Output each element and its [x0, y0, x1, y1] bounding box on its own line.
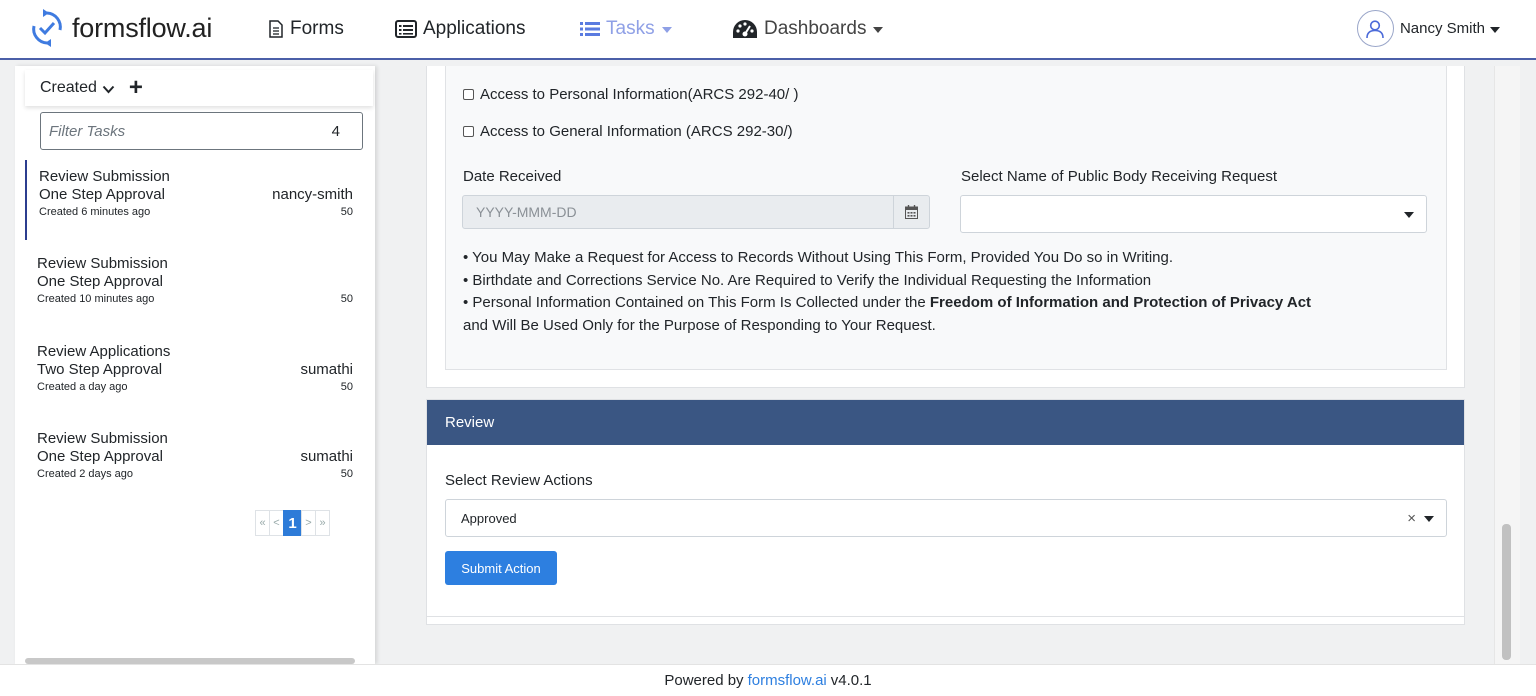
- checkbox-personal-label: Access to Personal Information(ARCS 292-…: [480, 86, 799, 103]
- chevron-down-icon: [102, 85, 115, 93]
- add-sort-button[interactable]: +: [129, 76, 143, 100]
- nav-applications[interactable]: Applications: [395, 0, 525, 58]
- pagination: « < 1 > »: [255, 510, 330, 536]
- review-actions-select[interactable]: Approved ×: [445, 499, 1447, 537]
- clear-selection-icon[interactable]: ×: [1407, 510, 1416, 527]
- task-name: Review Submission: [37, 255, 168, 272]
- task-created: Created 10 minutes ago: [37, 293, 155, 305]
- task-assignee: sumathi: [300, 448, 353, 465]
- footer-link[interactable]: formsflow.ai: [748, 672, 827, 689]
- task-priority: 50: [340, 468, 353, 480]
- avatar: [1356, 10, 1394, 47]
- review-actions-label: Select Review Actions: [445, 472, 593, 489]
- task-assignee: sumathi: [300, 361, 353, 378]
- task-item[interactable]: Review Submission One Step Approval Crea…: [25, 247, 365, 327]
- task-process: One Step Approval: [37, 273, 163, 290]
- note-line: • Birthdate and Corrections Service No. …: [463, 271, 1152, 289]
- brand[interactable]: formsflow.ai: [30, 8, 212, 48]
- formsflow-logo-icon: [32, 9, 62, 47]
- pagination-prev[interactable]: <: [269, 510, 284, 536]
- footer-prefix: Powered by: [664, 672, 744, 689]
- nav-applications-label: Applications: [423, 18, 526, 39]
- pagination-next[interactable]: >: [301, 510, 316, 536]
- task-name: Review Submission: [39, 168, 170, 185]
- task-detail-panel: Access to Personal Information(ARCS 292-…: [426, 66, 1466, 626]
- date-received-label: Date Received: [463, 168, 562, 185]
- filter-tasks-input[interactable]: [49, 122, 332, 140]
- list-icon: [580, 22, 600, 36]
- task-item[interactable]: Review Submission One Step Approval sumat…: [25, 422, 365, 502]
- submit-action-button[interactable]: Submit Action: [445, 551, 557, 585]
- task-name: Review Applications: [37, 343, 171, 360]
- note-line: and Will Be Used Only for the Purpose of…: [463, 316, 936, 334]
- dropdown-arrow-icon: [1424, 516, 1434, 522]
- nav-dashboards-label: Dashboards: [764, 18, 867, 39]
- task-process: One Step Approval: [39, 186, 165, 203]
- sort-bar: Created +: [25, 70, 373, 106]
- task-name: Review Submission: [37, 430, 168, 447]
- date-placeholder: YYYY-MMM-DD: [476, 204, 577, 220]
- pagination-first[interactable]: «: [255, 510, 270, 536]
- user-name: Nancy Smith: [1399, 20, 1485, 37]
- footer: Powered by formsflow.ai v4.0.1: [0, 664, 1536, 696]
- nav-forms-label: Forms: [290, 18, 344, 39]
- nav-tasks-label: Tasks: [606, 18, 655, 39]
- checkbox-general-label: Access to General Information (ARCS 292-…: [480, 123, 793, 140]
- task-created: Created 2 days ago: [37, 468, 134, 480]
- task-created: Created 6 minutes ago: [39, 206, 151, 218]
- task-process: Two Step Approval: [37, 361, 163, 378]
- pagination-current[interactable]: 1: [283, 510, 302, 536]
- review-card: Review Select Review Actions Approved × …: [426, 399, 1465, 617]
- pagination-last[interactable]: »: [315, 510, 330, 536]
- user-menu[interactable]: Nancy Smith: [1356, 10, 1500, 47]
- note-line: • Personal Information Contained on This…: [463, 292, 1311, 315]
- chevron-down-icon: [661, 27, 672, 33]
- page-scrollbar-thumb[interactable]: [1502, 524, 1511, 660]
- top-navbar: formsflow.ai Forms Applications Tasks Da…: [0, 0, 1536, 60]
- brand-name: formsflow.ai: [72, 12, 213, 43]
- chevron-down-icon: [873, 27, 884, 33]
- nav-tasks[interactable]: Tasks: [580, 0, 672, 58]
- filter-tasks-box: 4: [40, 112, 363, 150]
- user-icon: [1366, 19, 1385, 38]
- form-card: Access to Personal Information(ARCS 292-…: [426, 66, 1465, 388]
- footer-version: v4.0.1: [830, 672, 872, 689]
- calendar-button[interactable]: [893, 196, 929, 228]
- note-line: • You May Make a Request for Access to R…: [463, 249, 1174, 266]
- date-received-field[interactable]: YYYY-MMM-DD: [462, 195, 930, 229]
- checkbox-box[interactable]: [463, 126, 474, 137]
- checkbox-general-info[interactable]: Access to General Information (ARCS 292-…: [463, 123, 793, 140]
- task-count: 4: [331, 122, 340, 140]
- list-box-icon: [395, 20, 417, 38]
- public-body-label: Select Name of Public Body Receiving Req…: [961, 168, 1277, 185]
- note-text: • Personal Information Contained on This…: [463, 294, 930, 311]
- checkbox-box[interactable]: [463, 89, 474, 100]
- task-process: One Step Approval: [37, 448, 163, 465]
- document-icon: [269, 20, 283, 38]
- calendar-icon: [905, 205, 918, 219]
- act-name: Freedom of Information and Protection of…: [929, 294, 1312, 311]
- task-priority: 50: [340, 206, 353, 218]
- form-panel: Access to Personal Information(ARCS 292-…: [445, 66, 1447, 370]
- selected-action: Approved: [461, 510, 517, 526]
- chevron-down-icon: [1490, 26, 1500, 33]
- task-item[interactable]: Review Submission One Step Approval nancy…: [25, 160, 365, 240]
- task-created: Created a day ago: [37, 381, 128, 393]
- task-item[interactable]: Review Applications Two Step Approval sum…: [25, 335, 365, 415]
- sort-label: Created: [40, 79, 97, 96]
- public-body-select[interactable]: [960, 195, 1427, 233]
- nav-dashboards[interactable]: Dashboards: [732, 0, 884, 58]
- review-header: Review: [427, 400, 1464, 445]
- panel-bottom-border: [426, 617, 1465, 625]
- dropdown-arrow-icon: [1404, 212, 1414, 218]
- nav-forms[interactable]: Forms: [268, 0, 344, 58]
- checkbox-personal-info[interactable]: Access to Personal Information(ARCS 292-…: [463, 86, 798, 103]
- task-sidebar: Created + 4 Review Submission One Step A…: [15, 66, 375, 664]
- sort-dropdown[interactable]: Created: [40, 79, 115, 97]
- task-assignee: nancy-smith: [272, 186, 353, 203]
- form-notes: • You May Make a Request for Access to R…: [463, 247, 1311, 337]
- task-priority: 50: [340, 381, 353, 393]
- task-priority: 50: [340, 293, 353, 305]
- dashboard-icon: [733, 20, 757, 38]
